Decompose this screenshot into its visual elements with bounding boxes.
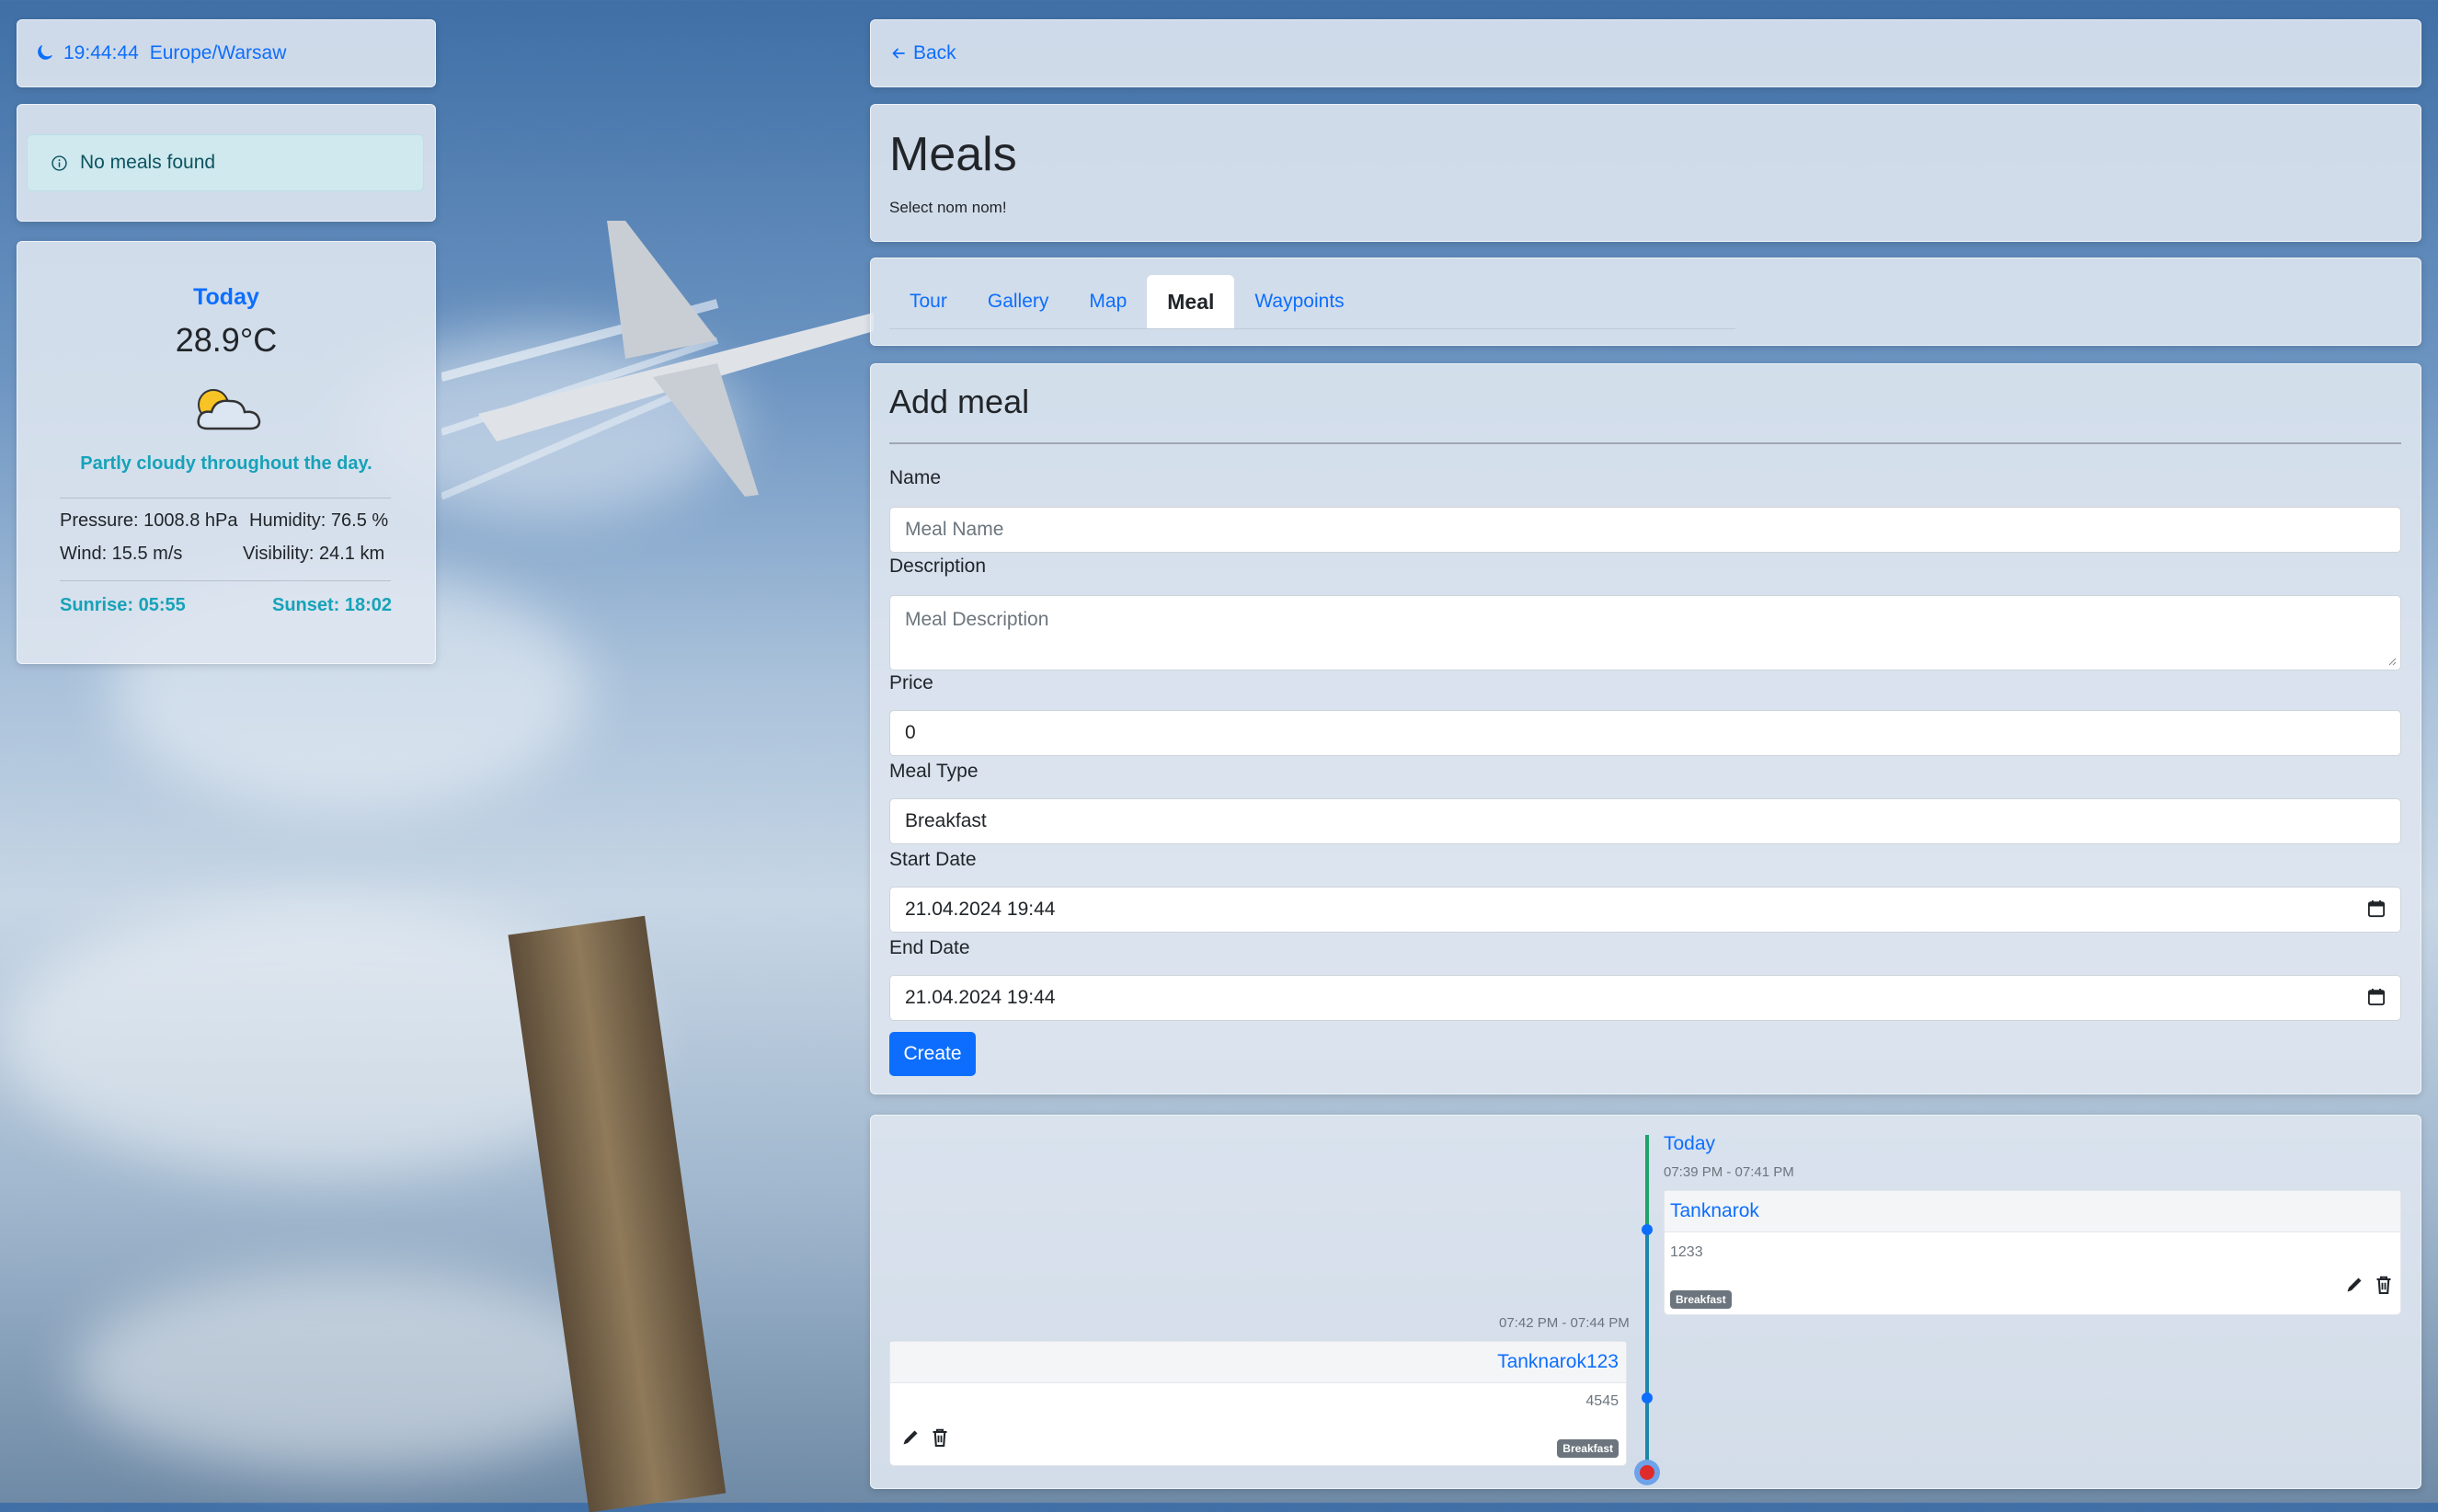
header-card: Meals Select nom nom! [870, 104, 2421, 242]
weather-wind: Wind: 15.5 m/s [60, 544, 183, 564]
start-date-label: Start Date [889, 849, 977, 870]
edit-pencil-icon[interactable] [2343, 1274, 2365, 1296]
weather-temperature: 28.9°C [175, 321, 278, 359]
timeline-meal-card: Tanknarok 1233 Breakfast [1664, 1190, 2401, 1315]
end-date-input[interactable]: 21.04.2024 19:44 [889, 975, 2401, 1021]
form-divider [889, 442, 2401, 444]
weather-title: Today [193, 284, 259, 310]
clock-card: 19:44:44 Europe/Warsaw [17, 19, 436, 87]
timeline-now-marker [1634, 1460, 1660, 1485]
weather-visibility: Visibility: 24.1 km [243, 544, 385, 564]
airplane-shape [441, 221, 874, 500]
tab-meal[interactable]: Meal [1147, 275, 1235, 328]
edit-pencil-icon[interactable] [899, 1426, 921, 1449]
timeline-dot [1642, 1224, 1653, 1235]
start-date-input[interactable]: 21.04.2024 19:44 [889, 887, 2401, 933]
tab-underline [889, 328, 1735, 329]
end-date-label: End Date [889, 937, 970, 958]
meal-card-header [1665, 1191, 2400, 1232]
meal-type-label: Meal Type [889, 761, 979, 782]
trash-icon[interactable] [929, 1426, 951, 1449]
tab-waypoints[interactable]: Waypoints [1234, 275, 1364, 328]
description-placeholder: Meal Description [905, 609, 1049, 630]
page-title: Meals [889, 128, 1017, 181]
tab-gallery[interactable]: Gallery [967, 275, 1070, 328]
form-title: Add meal [889, 383, 1030, 420]
moon-icon [38, 45, 52, 60]
price-label: Price [889, 672, 933, 693]
meal-name-link[interactable]: Tanknarok123 [1497, 1351, 1619, 1373]
timeline-item-time: 07:39 PM - 07:41 PM [1664, 1164, 1794, 1180]
meal-description-input[interactable]: Meal Description [889, 595, 2401, 670]
meal-type-select[interactable]: Breakfast [889, 798, 2401, 844]
meals-status-card: No meals found [17, 104, 436, 222]
tab-tour[interactable]: Tour [889, 275, 967, 328]
meal-price: 4545 [1585, 1393, 1619, 1409]
clock-timezone: Europe/Warsaw [149, 42, 287, 63]
partly-cloudy-icon [197, 389, 261, 430]
calendar-icon[interactable] [2367, 988, 2386, 1006]
weather-divider-2 [60, 580, 391, 581]
name-label: Name [889, 467, 942, 488]
timeline-meal-card: Tanknarok123 4545 Breakfast [889, 1341, 1627, 1466]
add-meal-form: Add meal Name Meal Name Description Meal… [870, 363, 2421, 1094]
no-meals-alert: No meals found [27, 134, 424, 191]
end-date-value: 21.04.2024 19:44 [905, 987, 1056, 1008]
back-card: Back [870, 19, 2421, 87]
back-button[interactable]: Back [891, 42, 956, 64]
meal-name-link[interactable]: Tanknarok [1670, 1200, 1759, 1222]
weather-card: Today 28.9°C Partly cloudy throughout th… [17, 241, 436, 664]
page-subtitle: Select nom nom! [889, 199, 1007, 216]
timeline-progress-line [1645, 1232, 1649, 1473]
meal-type-badge: Breakfast [1670, 1290, 1732, 1309]
timeline-date-label: Today [1664, 1133, 1716, 1154]
price-input[interactable]: 0 [889, 710, 2401, 756]
meal-price: 1233 [1670, 1244, 1703, 1260]
create-button[interactable]: Create [889, 1032, 976, 1076]
weather-humidity: Humidity: 76.5 % [249, 510, 389, 531]
trash-icon[interactable] [2373, 1274, 2395, 1296]
meal-type-badge: Breakfast [1557, 1439, 1619, 1458]
no-meals-text: No meals found [80, 152, 216, 173]
tabs-card: Tour Gallery Map Meal Waypoints [870, 258, 2421, 346]
start-date-value: 21.04.2024 19:44 [905, 899, 1056, 920]
weather-description: Partly cloudy throughout the day. [80, 453, 372, 474]
meal-name-input[interactable]: Meal Name [889, 507, 2401, 553]
weather-sunrise: Sunrise: 05:55 [60, 595, 186, 615]
tab-bar: Tour Gallery Map Meal Waypoints [889, 275, 1365, 328]
weather-pressure: Pressure: 1008.8 hPa [60, 510, 238, 531]
arrow-left-icon [892, 48, 905, 59]
info-icon [52, 155, 67, 171]
timeline-dot [1642, 1392, 1653, 1403]
back-label: Back [913, 42, 956, 63]
resize-handle-icon[interactable] [2387, 657, 2397, 666]
calendar-icon[interactable] [2367, 899, 2386, 918]
tab-map[interactable]: Map [1069, 275, 1147, 328]
timeline-item-time: 07:42 PM - 07:44 PM [1499, 1315, 1630, 1331]
weather-sunset: Sunset: 18:02 [272, 595, 393, 615]
clock-time: 19:44:44 [63, 42, 139, 63]
description-label: Description [889, 556, 987, 577]
